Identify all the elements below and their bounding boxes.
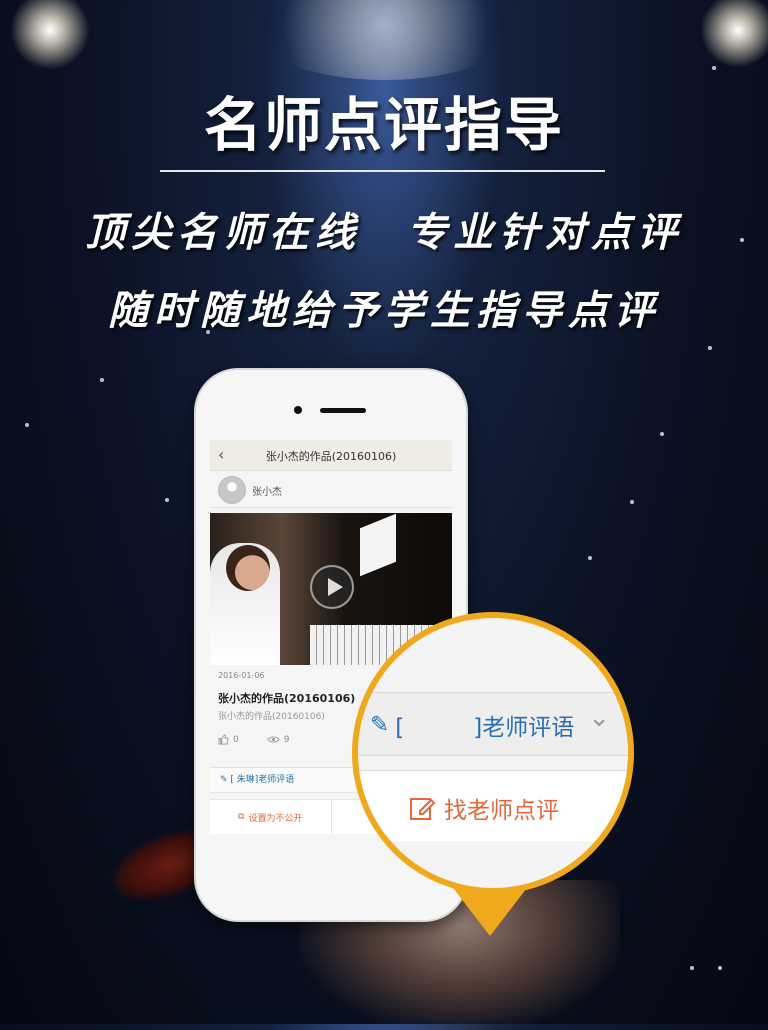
star — [630, 500, 634, 504]
find-teacher-review-label: 找老师点评 — [444, 798, 559, 824]
title-divider — [160, 170, 605, 172]
star — [690, 966, 694, 970]
phone-camera — [294, 406, 302, 414]
edit-icon — [410, 798, 436, 820]
screen-header: ‹ 张小杰的作品(20160106) — [210, 440, 452, 471]
edit-icon: ✎ — [370, 712, 390, 738]
stage-light — [250, 0, 520, 80]
banner-title: 名师点评指导 — [203, 91, 564, 159]
star — [660, 432, 664, 436]
edit-icon: ✎ — [220, 775, 228, 785]
eye-icon — [267, 736, 280, 743]
pianist-head — [226, 545, 270, 591]
play-icon[interactable] — [310, 565, 354, 609]
stage-light — [700, 0, 768, 68]
like-stat[interactable]: 0 — [218, 734, 239, 745]
star — [708, 346, 712, 350]
star — [100, 378, 104, 382]
magnifier-callout: ✎ [ ]老师评语 ⌄ 找老师点评 — [352, 612, 634, 894]
user-row[interactable]: 张小杰 — [210, 471, 452, 508]
star — [712, 66, 716, 70]
pianist-figure — [210, 543, 280, 665]
user-name: 张小杰 — [252, 487, 282, 498]
thumbs-up-icon — [218, 734, 229, 745]
like-count: 0 — [233, 734, 239, 745]
star — [165, 498, 169, 502]
chevron-down-icon[interactable]: ⌄ — [588, 703, 610, 733]
teacher-comment-label: [ 朱琳]老师评语 — [230, 775, 295, 785]
banner-line-2: 随时随地给予学生指导点评 — [108, 288, 660, 334]
avatar — [218, 476, 246, 504]
sheet-music — [360, 513, 396, 577]
stage-light — [10, 0, 90, 70]
screen-title: 张小杰的作品(20160106) — [265, 450, 397, 463]
copy-icon: ⧉ — [238, 812, 245, 822]
set-private-label: 设置为不公开 — [248, 813, 303, 824]
magnified-find-row[interactable]: 找老师点评 — [358, 770, 628, 841]
star — [25, 423, 29, 427]
view-count: 9 — [283, 734, 290, 745]
set-private-button[interactable]: ⧉ 设置为不公开 — [210, 800, 331, 834]
banner-line-1: 顶尖名师在线 专业针对点评 — [85, 210, 683, 256]
magnified-comment-label: [ ]老师评语 — [395, 715, 575, 741]
view-stat: 9 — [267, 734, 290, 745]
magnified-find-teacher: 找老师点评 — [408, 791, 559, 825]
phone-speaker — [320, 408, 366, 413]
magnified-comment: ✎ [ ]老师评语 — [370, 708, 574, 742]
star — [588, 556, 592, 560]
star — [718, 966, 722, 970]
magnified-comment-row[interactable]: ✎ [ ]老师评语 ⌄ — [358, 692, 628, 756]
